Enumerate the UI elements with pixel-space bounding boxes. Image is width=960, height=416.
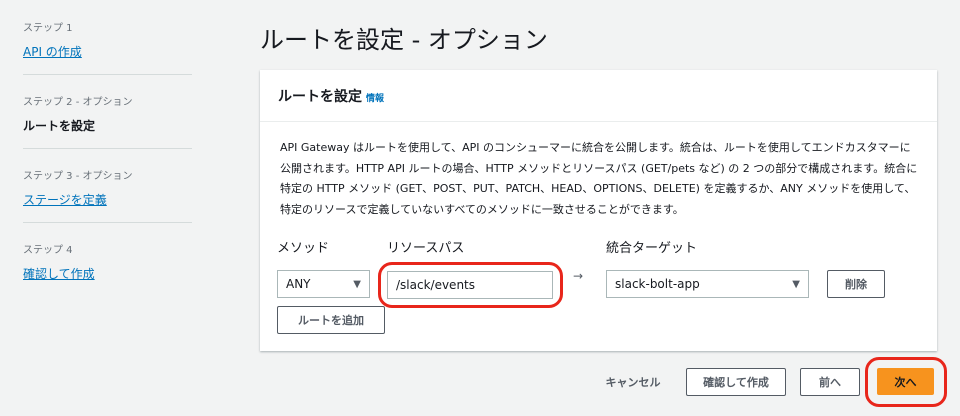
annotation-highlight (865, 357, 947, 407)
resource-path-label: リソースパス (387, 241, 465, 256)
method-select[interactable]: ANY ▼ (277, 270, 370, 298)
configure-routes-panel: ルートを設定 情報 API Gateway はルートを使用して、API のコンシュ… (260, 70, 937, 351)
method-label: メソッド (277, 241, 330, 256)
cancel-button[interactable]: キャンセル (598, 368, 668, 396)
page-title: ルートを設定 - オプション (260, 26, 548, 54)
info-link[interactable]: 情報 (366, 94, 384, 104)
step-1: ステップ 1 API の作成 (23, 0, 192, 75)
integration-target-label: 統合ターゲット (606, 241, 698, 256)
step-3: ステップ 3 - オプション ステージを定義 (23, 149, 192, 223)
previous-button[interactable]: 前へ (800, 368, 860, 396)
panel-description: API Gateway はルートを使用して、API のコンシューマーに統合を公開… (280, 141, 918, 216)
arrow-right-icon: → (573, 269, 584, 283)
step-4: ステップ 4 確認して作成 (23, 245, 95, 282)
step-current-configure-routes: ルートを設定 (23, 119, 96, 133)
review-and-create-button[interactable]: 確認して作成 (686, 368, 786, 396)
annotation-highlight (378, 262, 563, 308)
step-link-create-api[interactable]: API の作成 (23, 43, 82, 60)
add-route-button[interactable]: ルートを追加 (277, 306, 385, 334)
step-link-define-stages[interactable]: ステージを定義 (23, 191, 107, 208)
panel-header: ルートを設定 情報 (260, 70, 937, 122)
caret-down-icon: ▼ (353, 278, 361, 290)
step-link-review-create[interactable]: 確認して作成 (23, 265, 95, 282)
delete-route-button[interactable]: 削除 (827, 270, 885, 298)
step-2: ステップ 2 - オプション ルートを設定 (23, 75, 192, 149)
wizard-steps-nav: ステップ 1 API の作成 ステップ 2 - オプション ルートを設定 ステップ … (23, 0, 192, 296)
integration-target-select[interactable]: slack-bolt-app ▼ (606, 270, 809, 298)
caret-down-icon: ▼ (792, 278, 800, 290)
